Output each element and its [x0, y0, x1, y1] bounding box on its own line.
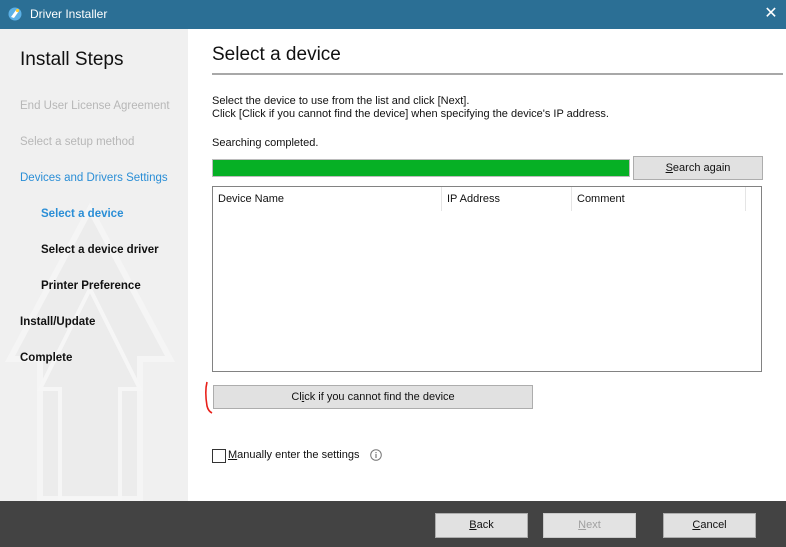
step-select-a-device-driver: Select a device driver: [41, 244, 159, 256]
sidebar: Install Steps End User License Agreement…: [0, 29, 188, 501]
page-title: Select a device: [212, 44, 341, 65]
info-icon[interactable]: [370, 449, 382, 461]
next-button[interactable]: Next: [543, 513, 636, 538]
manual-settings-checkbox[interactable]: [212, 449, 226, 463]
column-header-comment[interactable]: Comment: [572, 187, 746, 211]
cancel-button[interactable]: Cancel: [663, 513, 756, 538]
footer-bar: Back Next Cancel: [0, 501, 786, 547]
instruction-line-1: Select the device to use from the list a…: [212, 95, 470, 107]
step-end-user-license-agreement: End User License Agreement: [20, 100, 170, 112]
find-device-button[interactable]: Click if you cannot find the device: [213, 385, 533, 409]
search-progress-bar: [212, 159, 630, 177]
step-devices-and-drivers-settings: Devices and Drivers Settings: [20, 172, 168, 184]
device-list[interactable]: Device Name IP Address Comment: [212, 186, 762, 372]
next-label: Next: [578, 519, 601, 531]
search-status: Searching completed.: [212, 137, 319, 149]
step-select-setup-method: Select a setup method: [20, 136, 135, 148]
step-printer-preference: Printer Preference: [41, 280, 141, 292]
cancel-label: Cancel: [692, 519, 727, 531]
sidebar-title: Install Steps: [20, 49, 124, 70]
step-select-a-device: Select a device: [41, 208, 124, 220]
step-complete: Complete: [20, 352, 73, 364]
close-button[interactable]: ✕: [756, 0, 786, 29]
window-title: Driver Installer: [30, 7, 108, 21]
instruction-line-2: Click [Click if you cannot find the devi…: [212, 108, 609, 120]
title-divider: [212, 73, 783, 75]
find-device-label: Click if you cannot find the device: [291, 391, 455, 403]
back-label: Back: [469, 519, 494, 531]
search-again-button[interactable]: Search again: [633, 156, 763, 180]
driver-installer-icon: [8, 7, 22, 21]
column-header-device-name[interactable]: Device Name: [213, 187, 442, 211]
close-icon: ✕: [764, 5, 778, 22]
step-install-update: Install/Update: [20, 316, 96, 328]
progress-fill: [213, 160, 629, 176]
manual-settings-label[interactable]: Manually enter the settings: [228, 449, 359, 461]
back-button[interactable]: Back: [435, 513, 528, 538]
search-again-label: Search again: [665, 162, 731, 174]
column-header-ip-address[interactable]: IP Address: [442, 187, 572, 211]
title-bar: Driver Installer ✕: [0, 0, 786, 29]
